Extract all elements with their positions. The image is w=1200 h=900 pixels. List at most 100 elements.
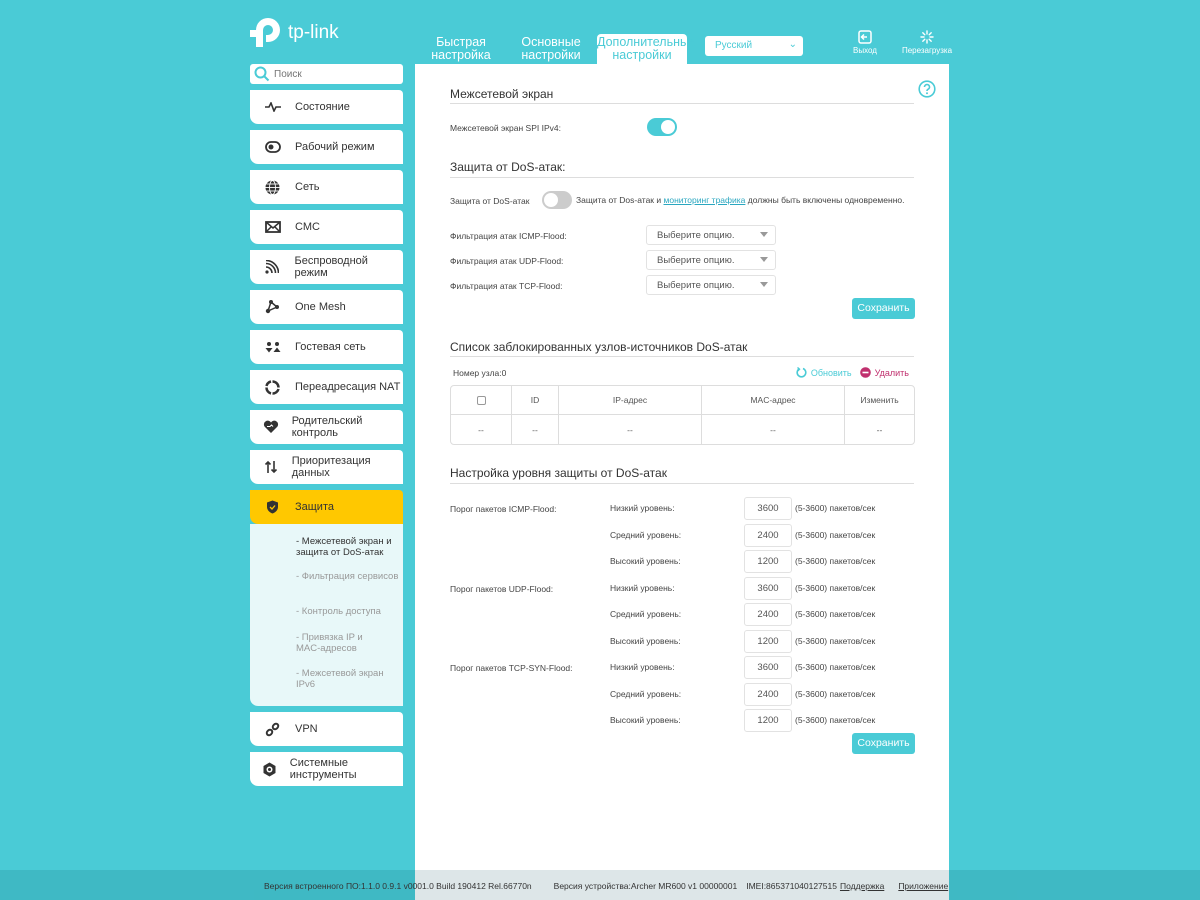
select-all-header [451, 386, 512, 415]
gear-icon [263, 762, 276, 776]
toggle-knob [544, 193, 558, 207]
range-hint: (5-3600) пакетов/сек [795, 556, 876, 566]
tab-quick-setup[interactable]: Быстрая настройка [425, 34, 497, 64]
range-hint: (5-3600) пакетов/сек [795, 662, 876, 672]
nat-icon [265, 379, 280, 395]
udp-filter-select[interactable]: Выберите опцию. [646, 250, 776, 270]
support-link[interactable]: Поддержка [840, 881, 884, 891]
sidebar-item-label: Состояние [295, 101, 350, 113]
sidebar-item-status[interactable]: Состояние [250, 90, 403, 124]
submenu-service-filtering[interactable]: - Фильтрация сервисов [250, 569, 403, 602]
firewall-section-title: Межсетевой экран [450, 87, 554, 101]
refresh-icon [796, 367, 807, 378]
icmp-filter-select[interactable]: Выберите опцию. [646, 225, 776, 245]
tp-link-logo-icon [250, 18, 280, 47]
range-hint: (5-3600) пакетов/сек [795, 609, 876, 619]
threshold-input[interactable]: 1200 [744, 629, 792, 653]
sidebar-item-system-tools[interactable]: Системные инструменты [250, 752, 403, 786]
language-select[interactable]: Русский ⌄ [705, 36, 803, 56]
sidebar-item-nat[interactable]: Переадресация NAT [250, 370, 403, 404]
level-label: Средний уровень: [610, 688, 682, 699]
sidebar-item-sms[interactable]: СМС [250, 210, 403, 244]
table-row: -- -- -- -- -- [451, 415, 914, 444]
chevron-down-icon: ⌄ [788, 39, 797, 50]
sidebar-item-qos[interactable]: Приоритезация данных [250, 450, 403, 484]
table-cell: -- [876, 424, 883, 435]
icmp-filter-label: Фильтрация атак ICMP-Flood: [450, 231, 567, 241]
dos-protection-toggle[interactable] [542, 191, 572, 209]
select-all-checkbox[interactable] [476, 396, 486, 406]
level-label: Низкий уровень: [610, 503, 675, 513]
submenu-ip-mac-binding[interactable]: - Привязка IP и MAC-адресов [250, 630, 380, 668]
spi-firewall-toggle[interactable] [647, 118, 677, 136]
submenu-ipv6-firewall[interactable]: - Межсетевой экран IPv6 [250, 668, 403, 690]
dos-protection-label: Защита от DoS-атак [450, 196, 530, 206]
range-hint: (5-3600) пакетов/сек [795, 503, 876, 513]
dos-save-button[interactable]: Сохранить [852, 298, 915, 319]
note-text: Защита от Dos-атак и [576, 195, 664, 205]
table-cell: -- [512, 415, 559, 444]
threshold-input[interactable]: 3600 [744, 576, 792, 600]
sidebar-item-label: Рабочий режим [295, 141, 375, 153]
search-box[interactable] [250, 64, 403, 84]
sidebar: Состояние Рабочий режим Сеть СМС Беспров… [250, 64, 403, 792]
envelope-icon [264, 221, 281, 233]
submenu-firewall-dos[interactable]: - Межсетевой экран и защита от DoS-атак [250, 536, 403, 569]
threshold-input[interactable]: 3600 [744, 497, 792, 520]
note-text: должны быть включены одновременно. [745, 195, 905, 205]
dropdown-arrow-icon [760, 282, 768, 287]
sidebar-item-vpn[interactable]: VPN [250, 712, 403, 746]
reboot-button[interactable]: Перезагрузка [898, 30, 956, 55]
dos-note: Защита от Dos-атак и мониторинг трафика … [576, 195, 904, 205]
delete-button[interactable]: Удалить [859, 367, 909, 378]
footer-info: Версия встроенного ПО:1.1.0 0.9.1 v0001.… [264, 881, 948, 891]
dropdown-arrow-icon [760, 257, 768, 262]
search-input[interactable] [274, 68, 394, 80]
level-label: Низкий уровень: [610, 582, 675, 593]
threshold-input[interactable]: 2400 [744, 523, 792, 547]
blocked-hosts-table: ID IP-адрес MAC-адрес Изменить -- -- -- … [450, 385, 915, 445]
level-label: Высокий уровень: [610, 715, 681, 725]
range-hint: (5-3600) пакетов/сек [795, 688, 876, 699]
firmware-version: Версия встроенного ПО:1.1.0 0.9.1 v0001.… [264, 881, 532, 891]
sidebar-item-operation-mode[interactable]: Рабочий режим [250, 130, 403, 164]
sidebar-item-one-mesh[interactable]: One Mesh [250, 290, 403, 324]
delete-icon [859, 367, 871, 378]
refresh-button[interactable]: Обновить [796, 367, 852, 378]
threshold-input[interactable]: 2400 [744, 682, 792, 706]
sidebar-item-label: СМС [295, 221, 320, 233]
levels-section-title: Настройка уровня защиты от DoS-атак [450, 466, 667, 480]
threshold-input[interactable]: 2400 [744, 603, 792, 626]
traffic-monitoring-link[interactable]: мониторинг трафика [664, 195, 746, 205]
logout-button[interactable]: Выход [849, 30, 881, 55]
link-icon [265, 722, 280, 736]
threshold-input[interactable]: 1200 [744, 709, 792, 732]
tab-advanced[interactable]: Дополнительные настройки [597, 34, 696, 64]
imei: IMEI:865371040127515 [746, 881, 837, 891]
threshold-input[interactable]: 1200 [744, 550, 792, 573]
globe-icon [265, 179, 280, 195]
app-link[interactable]: Приложение [898, 881, 948, 891]
help-button[interactable] [918, 80, 936, 103]
toggle-knob [661, 120, 675, 134]
tab-basic[interactable]: Основные настройки [515, 34, 587, 64]
levels-save-button[interactable]: Сохранить [852, 733, 915, 754]
udp-filter-label: Фильтрация атак UDP-Flood: [450, 256, 564, 266]
sidebar-item-label: Гостевая сеть [295, 341, 366, 353]
sidebar-item-network[interactable]: Сеть [250, 170, 403, 204]
sidebar-item-security[interactable]: Защита [250, 490, 403, 524]
submenu-access-control[interactable]: - Контроль доступа [250, 602, 403, 630]
select-value: Выберите опцию. [657, 280, 735, 291]
sidebar-item-parental-control[interactable]: Родительский контроль [250, 410, 403, 444]
sidebar-item-label: One Mesh [295, 301, 346, 313]
search-icon [254, 66, 270, 82]
delete-label: Удалить [874, 367, 909, 378]
sidebar-item-wireless[interactable]: Беспроводной режим [250, 250, 403, 284]
select-value: Выберите опцию. [657, 255, 735, 266]
threshold-input[interactable]: 3600 [744, 656, 792, 679]
divider [450, 356, 914, 357]
sidebar-item-guest-network[interactable]: Гостевая сеть [250, 330, 403, 364]
sidebar-item-label: Переадресация NAT [295, 381, 401, 393]
tcp-filter-select[interactable]: Выберите опцию. [646, 275, 776, 295]
host-count: Номер узла:0 [453, 368, 507, 378]
